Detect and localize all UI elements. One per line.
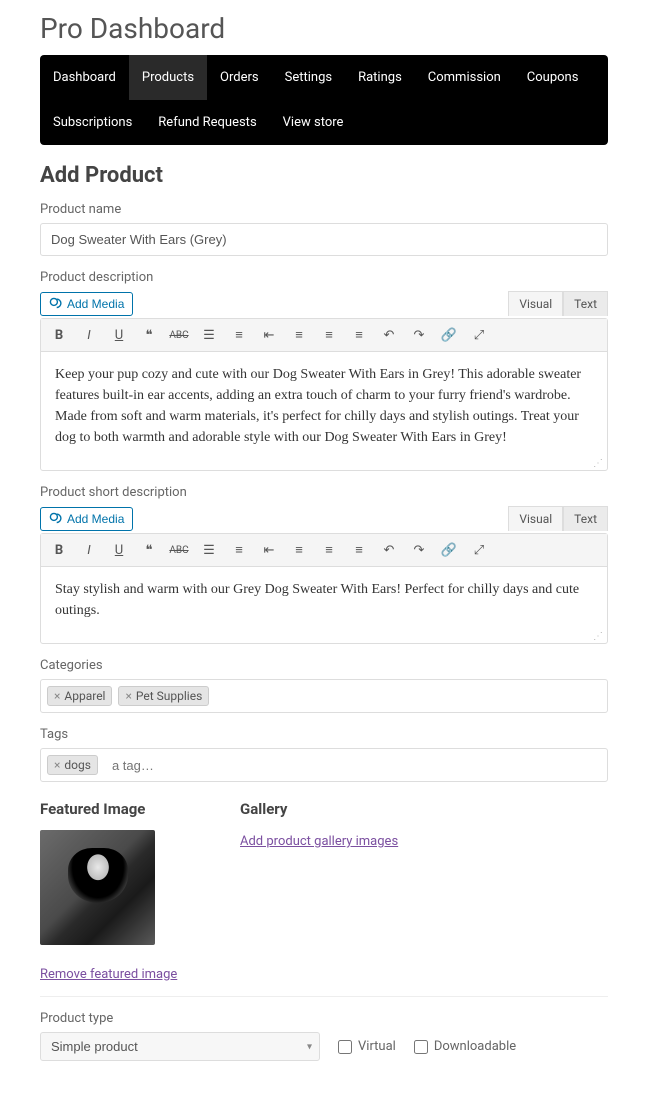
editor-toolbar-2: B I U ❝ ABC ☰ ≡ ⇤ ≡ ≡ ≡ ↶ ↷ 🔗 ⤢ xyxy=(41,534,607,567)
link-icon[interactable]: 🔗 xyxy=(439,540,459,560)
number-list-icon[interactable]: ≡ xyxy=(229,325,249,345)
featured-image-title: Featured Image xyxy=(40,800,210,818)
product-type-select[interactable]: Simple product xyxy=(40,1032,320,1061)
tab-visual[interactable]: Visual xyxy=(508,291,563,316)
tab-text-2[interactable]: Text xyxy=(563,506,608,531)
outdent-icon[interactable]: ⇤ xyxy=(259,540,279,560)
outdent-icon[interactable]: ⇤ xyxy=(259,325,279,345)
undo-icon[interactable]: ↶ xyxy=(379,325,399,345)
undo-icon[interactable]: ↶ xyxy=(379,540,399,560)
featured-image-thumbnail[interactable] xyxy=(40,830,155,945)
add-media-button[interactable]: Add Media xyxy=(40,292,133,316)
number-list-icon[interactable]: ≡ xyxy=(229,540,249,560)
tags-label: Tags xyxy=(40,727,608,742)
virtual-label: Virtual xyxy=(358,1039,396,1054)
redo-icon[interactable]: ↷ xyxy=(409,540,429,560)
bullet-list-icon[interactable]: ☰ xyxy=(199,325,219,345)
product-name-input[interactable] xyxy=(40,223,608,256)
fullscreen-icon[interactable]: ⤢ xyxy=(469,540,489,560)
nav-item-coupons[interactable]: Coupons xyxy=(514,55,592,100)
nav-item-orders[interactable]: Orders xyxy=(207,55,272,100)
bullet-list-icon[interactable]: ☰ xyxy=(199,540,219,560)
section-heading: Add Product xyxy=(40,163,608,188)
short-desc-label: Product short description xyxy=(40,485,608,500)
italic-icon[interactable]: I xyxy=(79,540,99,560)
remove-chip-icon[interactable]: × xyxy=(54,689,60,703)
nav-item-subscriptions[interactable]: Subscriptions xyxy=(40,100,145,145)
quote-icon[interactable]: ❝ xyxy=(139,540,159,560)
categories-input[interactable]: ×Apparel ×Pet Supplies xyxy=(40,679,608,713)
align-center-icon[interactable]: ≡ xyxy=(319,325,339,345)
remove-featured-link[interactable]: Remove featured image xyxy=(40,967,177,982)
remove-chip-icon[interactable]: × xyxy=(125,689,131,703)
underline-icon[interactable]: U xyxy=(109,540,129,560)
media-icon xyxy=(49,512,63,526)
downloadable-checkbox[interactable] xyxy=(414,1040,428,1054)
gallery-title: Gallery xyxy=(240,800,608,818)
desc-textarea[interactable]: Keep your pup cozy and cute with our Dog… xyxy=(41,352,607,460)
desc-editor: B I U ❝ ABC ☰ ≡ ⇤ ≡ ≡ ≡ ↶ ↷ 🔗 ⤢ Keep you… xyxy=(40,318,608,471)
divider xyxy=(40,996,608,997)
align-left-icon[interactable]: ≡ xyxy=(289,540,309,560)
align-left-icon[interactable]: ≡ xyxy=(289,325,309,345)
nav-item-settings[interactable]: Settings xyxy=(272,55,345,100)
align-right-icon[interactable]: ≡ xyxy=(349,325,369,345)
resize-handle[interactable]: ⋰ xyxy=(41,460,607,470)
link-icon[interactable]: 🔗 xyxy=(439,325,459,345)
page-title: Pro Dashboard xyxy=(40,0,608,55)
tab-text[interactable]: Text xyxy=(563,291,608,316)
category-chip: ×Apparel xyxy=(47,686,112,706)
nav-item-commission[interactable]: Commission xyxy=(415,55,514,100)
category-chip: ×Pet Supplies xyxy=(118,686,209,706)
add-media-label: Add Media xyxy=(67,512,124,526)
short-desc-editor: B I U ❝ ABC ☰ ≡ ⇤ ≡ ≡ ≡ ↶ ↷ 🔗 ⤢ Stay sty… xyxy=(40,533,608,644)
nav-item-ratings[interactable]: Ratings xyxy=(345,55,415,100)
tag-text-input[interactable] xyxy=(104,756,601,775)
add-media-button-2[interactable]: Add Media xyxy=(40,507,133,531)
short-desc-textarea[interactable]: Stay stylish and warm with our Grey Dog … xyxy=(41,567,607,633)
quote-icon[interactable]: ❝ xyxy=(139,325,159,345)
strike-icon[interactable]: ABC xyxy=(169,325,189,345)
nav-item-dashboard[interactable]: Dashboard xyxy=(40,55,129,100)
underline-icon[interactable]: U xyxy=(109,325,129,345)
product-desc-label: Product description xyxy=(40,270,608,285)
remove-chip-icon[interactable]: × xyxy=(54,758,60,772)
redo-icon[interactable]: ↷ xyxy=(409,325,429,345)
align-center-icon[interactable]: ≡ xyxy=(319,540,339,560)
virtual-checkbox[interactable] xyxy=(338,1040,352,1054)
resize-handle[interactable]: ⋰ xyxy=(41,633,607,643)
tag-chip: ×dogs xyxy=(47,755,98,775)
add-gallery-link[interactable]: Add product gallery images xyxy=(240,834,398,849)
media-icon xyxy=(49,297,63,311)
nav-item-refund-requests[interactable]: Refund Requests xyxy=(145,100,269,145)
product-name-label: Product name xyxy=(40,202,608,217)
downloadable-label: Downloadable xyxy=(434,1039,516,1054)
bold-icon[interactable]: B xyxy=(49,325,69,345)
italic-icon[interactable]: I xyxy=(79,325,99,345)
nav-item-view-store[interactable]: View store xyxy=(270,100,357,145)
tab-visual-2[interactable]: Visual xyxy=(508,506,563,531)
virtual-checkbox-wrap[interactable]: Virtual xyxy=(338,1039,396,1054)
categories-label: Categories xyxy=(40,658,608,673)
tags-input[interactable]: ×dogs xyxy=(40,748,608,782)
fullscreen-icon[interactable]: ⤢ xyxy=(469,325,489,345)
strike-icon[interactable]: ABC xyxy=(169,540,189,560)
main-nav: DashboardProductsOrdersSettingsRatingsCo… xyxy=(40,55,608,145)
add-media-label: Add Media xyxy=(67,297,124,311)
downloadable-checkbox-wrap[interactable]: Downloadable xyxy=(414,1039,516,1054)
align-right-icon[interactable]: ≡ xyxy=(349,540,369,560)
editor-toolbar: B I U ❝ ABC ☰ ≡ ⇤ ≡ ≡ ≡ ↶ ↷ 🔗 ⤢ xyxy=(41,319,607,352)
bold-icon[interactable]: B xyxy=(49,540,69,560)
nav-item-products[interactable]: Products xyxy=(129,55,207,100)
